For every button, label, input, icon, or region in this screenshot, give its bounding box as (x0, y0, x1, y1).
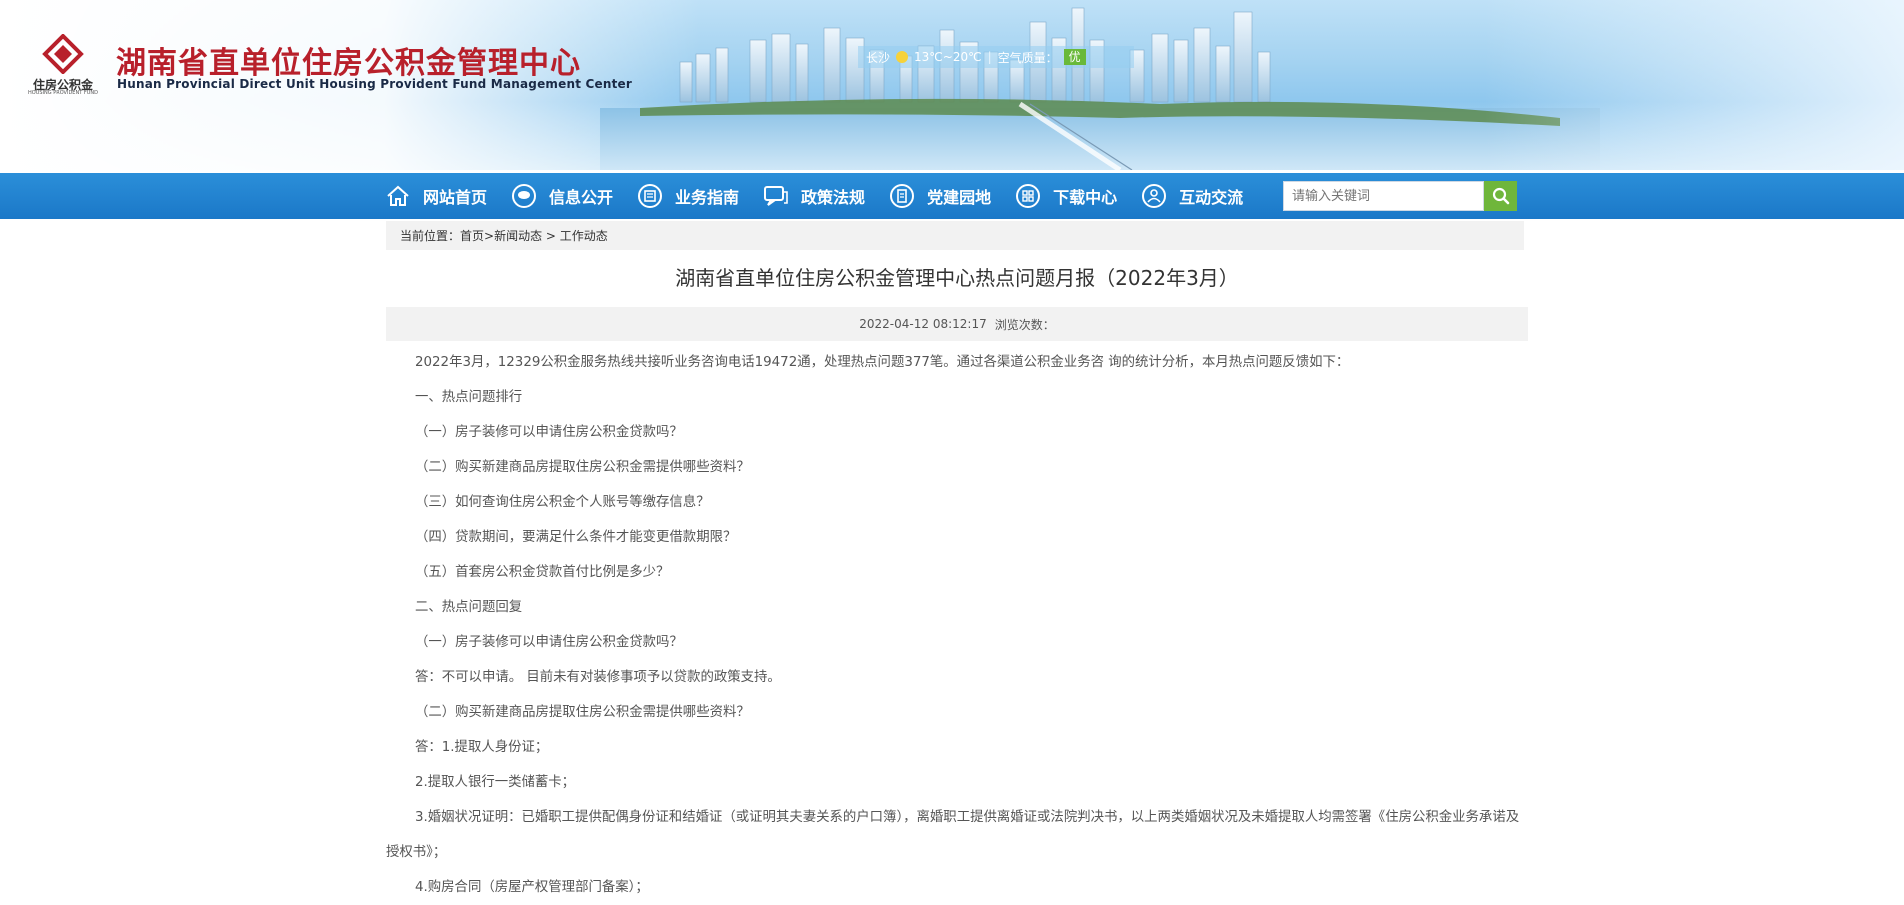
header-banner: 住房公积金 HOUSING PROVIDENT FUND 湖南省直单位住房公积金… (0, 0, 1904, 170)
breadcrumb-separator: > (542, 228, 560, 243)
nav-item-business-guide[interactable]: 业务指南 (637, 173, 739, 219)
nav-label: 下载中心 (1053, 188, 1118, 207)
breadcrumb-news-link[interactable]: 新闻动态 (494, 227, 542, 244)
document-icon (890, 184, 915, 208)
site-logo[interactable]: 住房公积金 HOUSING PROVIDENT FUND (26, 32, 100, 98)
nav-item-interaction[interactable]: 互动交流 (1141, 173, 1243, 219)
grid-icon (1016, 184, 1041, 208)
city-skyline-illustration (600, 7, 1600, 170)
article-paragraph: （二）购买新建商品房提取住房公积金需提供哪些资料？ (415, 705, 750, 720)
article-paragraph: 答：不可以申请。 目前未有对装修事项予以贷款的政策支持。 (415, 670, 781, 685)
article-paragraph: 一、热点问题排行 (415, 390, 523, 405)
article-views-label: 浏览次数： (994, 317, 1055, 332)
housing-fund-logo-icon (42, 34, 84, 74)
nav-item-home[interactable]: 网站首页 (385, 173, 487, 219)
article-date: 2022-04-12 08:12:17 (859, 317, 987, 331)
article-body: 2022年3月，12329公积金服务热线共接听业务咨询电话19472通，处理热点… (386, 345, 1528, 905)
breadcrumb: 当前位置： 首页 > 新闻动态 > 工作动态 (386, 221, 1524, 250)
nav-label: 互动交流 (1179, 188, 1244, 207)
logo-subtext: HOUSING PROVIDENT FUND (28, 90, 98, 96)
nav-label: 业务指南 (675, 188, 740, 207)
article-paragraph: 4.购房合同（房屋产权管理部门备案）； (415, 880, 649, 895)
nav-label: 政策法规 (801, 188, 866, 207)
nav-label: 信息公开 (549, 188, 614, 207)
article-paragraph: 二、热点问题回复 (415, 600, 523, 615)
search-box (1283, 181, 1517, 211)
nav-item-download[interactable]: 下载中心 (1015, 173, 1117, 219)
sunny-icon (896, 51, 909, 63)
site-name-cn: 湖南省直单位住房公积金管理中心 (116, 46, 581, 81)
article-paragraph: （二）购买新建商品房提取住房公积金需提供哪些资料？ (415, 460, 750, 475)
nav-item-party-building[interactable]: 党建园地 (889, 173, 991, 219)
article-title: 湖南省直单位住房公积金管理中心热点问题月报（2022年3月） (675, 266, 1239, 290)
air-quality-label: 空气质量： (997, 50, 1058, 65)
article-paragraph: 2.提取人银行一类储蓄卡； (415, 775, 576, 790)
site-name-en: Hunan Provincial Direct Unit Housing Pro… (117, 77, 632, 91)
user-icon (1142, 184, 1167, 208)
weather-widget: 长沙 13℃~20℃ | 空气质量： 优 (858, 46, 1134, 68)
home-icon (387, 185, 409, 206)
search-input[interactable] (1283, 181, 1484, 211)
nav-item-info-disclosure[interactable]: 信息公开 (511, 173, 613, 219)
article-paragraph: （四）贷款期间，要满足什么条件才能变更借款期限？ (415, 530, 737, 545)
article-paragraph: 2022年3月，12329公积金服务热线共接听业务咨询电话19472通，处理热点… (415, 355, 1350, 370)
article-meta: 2022-04-12 08:12:17 浏览次数： (386, 307, 1528, 341)
search-button[interactable] (1484, 181, 1517, 211)
speech-bubble-icon (512, 184, 537, 208)
article-paragraph: （五）首套房公积金贷款首付比例是多少？ (415, 565, 670, 580)
nav-items: 网站首页 信息公开 业务指南 政策法规 党建园地 下载中心 互动交流 (385, 173, 1267, 219)
air-quality-badge: 优 (1063, 49, 1086, 65)
breadcrumb-current-link[interactable]: 工作动态 (560, 227, 608, 244)
nav-label: 党建园地 (927, 188, 992, 207)
chat-icon (764, 186, 788, 206)
book-icon (638, 184, 663, 208)
article-paragraph: （一）房子装修可以申请住房公积金贷款吗？ (415, 425, 683, 440)
article-paragraph: （三）如何查询住房公积金个人账号等缴存信息？ (415, 495, 710, 510)
article-paragraph: （一）房子装修可以申请住房公积金贷款吗？ (415, 635, 683, 650)
article-paragraph: 3.婚姻状况证明：已婚职工提供配偶身份证和结婚证（或证明其夫妻关系的户口簿），离… (386, 810, 1520, 860)
article-paragraph: 答：1.提取人身份证； (415, 740, 549, 755)
weather-city: 长沙 (866, 50, 891, 65)
main-nav: 网站首页 信息公开 业务指南 政策法规 党建园地 下载中心 互动交流 请输入关键… (0, 173, 1904, 219)
breadcrumb-home-link[interactable]: 首页 (460, 227, 484, 244)
breadcrumb-separator: > (484, 228, 495, 243)
nav-label: 网站首页 (423, 188, 488, 207)
breadcrumb-prefix: 当前位置： (400, 229, 461, 243)
search-icon (1492, 187, 1509, 205)
banner-right-fade (1484, 0, 1904, 170)
weather-separator: | (987, 50, 992, 64)
nav-item-policy[interactable]: 政策法规 (763, 173, 865, 219)
weather-temperature: 13℃~20℃ (914, 50, 982, 64)
